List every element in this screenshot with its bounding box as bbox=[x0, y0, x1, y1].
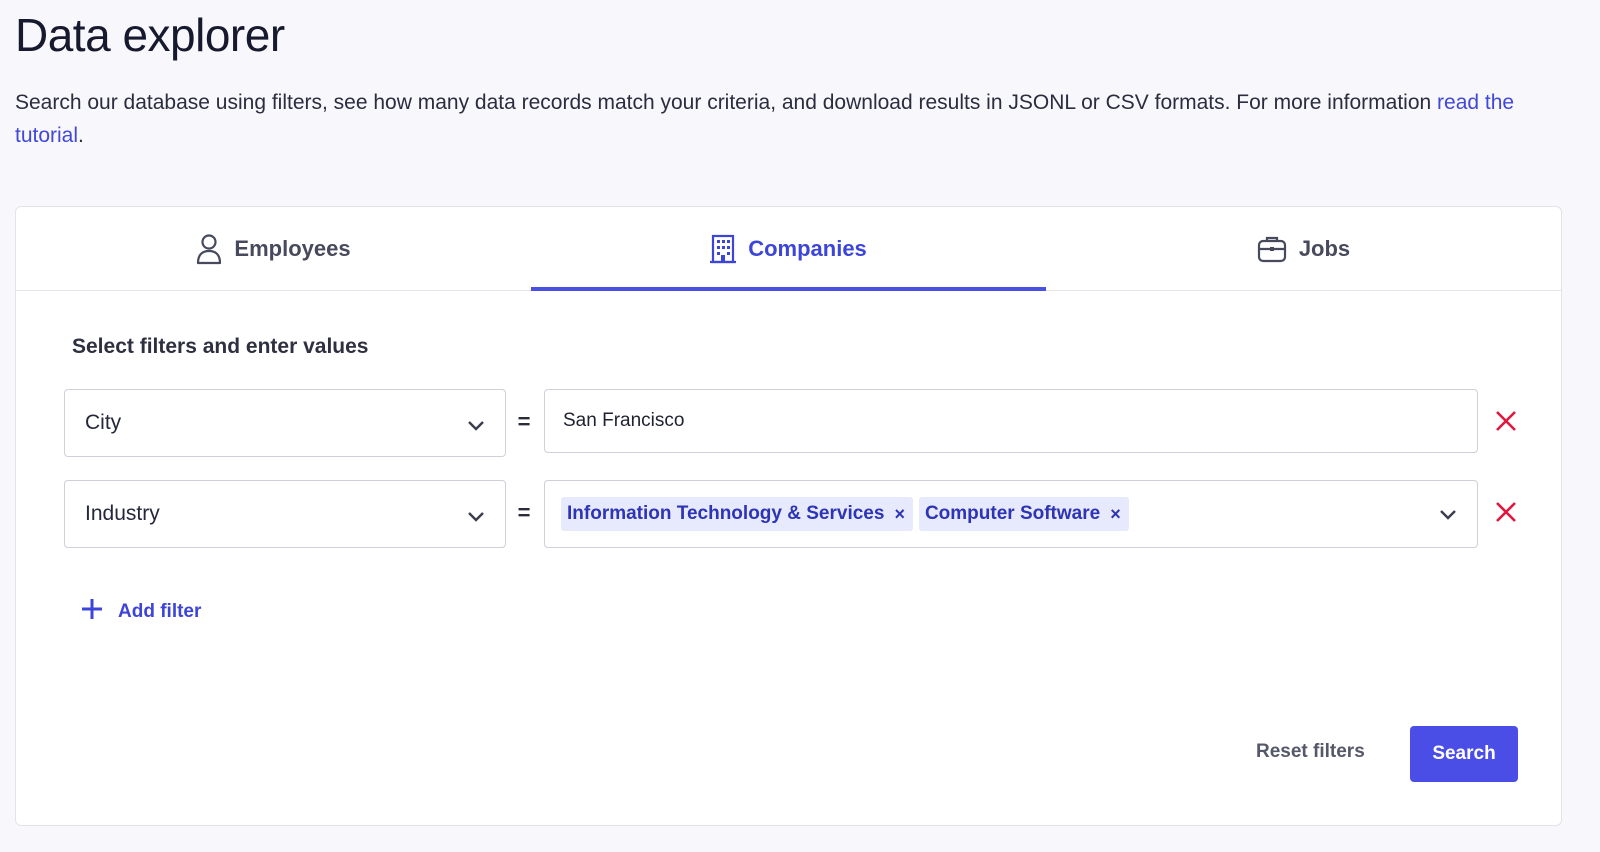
chip-label: Computer Software bbox=[924, 503, 1101, 524]
filter-field-value: Industry bbox=[85, 502, 160, 525]
building-icon bbox=[710, 234, 737, 264]
page-title: Data explorer bbox=[15, 9, 285, 61]
equals-operator: = bbox=[517, 409, 531, 434]
tab-companies[interactable]: Companies bbox=[531, 207, 1046, 291]
filter-multiselect[interactable]: Information Technology & Services × Comp… bbox=[544, 480, 1478, 548]
equals-operator: = bbox=[517, 500, 531, 525]
close-icon bbox=[1496, 502, 1516, 522]
description-text: Search our database using filters, see h… bbox=[15, 91, 1438, 114]
tab-jobs-label: Jobs bbox=[1298, 235, 1351, 261]
chevron-down-icon[interactable] bbox=[1439, 505, 1457, 527]
filter-value-input[interactable] bbox=[561, 409, 1445, 433]
tab-companies-label: Companies bbox=[748, 235, 867, 261]
tab-jobs[interactable]: Jobs bbox=[1046, 207, 1561, 290]
chip-remove-icon[interactable]: × bbox=[894, 505, 905, 523]
person-icon bbox=[196, 233, 222, 265]
remove-filter-button[interactable] bbox=[1492, 498, 1520, 526]
page-description: Search our database using filters, see h… bbox=[15, 86, 1575, 152]
add-filter-button[interactable]: Add filter bbox=[80, 597, 201, 627]
filter-row: Industry = Information Technology & Serv… bbox=[64, 480, 1524, 548]
explorer-card: Employees Companies Jobs Select filters … bbox=[15, 206, 1562, 826]
reset-filters-button[interactable]: Reset filters bbox=[1256, 741, 1365, 763]
briefcase-icon bbox=[1257, 235, 1287, 263]
chevron-down-icon bbox=[467, 505, 485, 529]
filters-heading: Select filters and enter values bbox=[72, 335, 369, 358]
tab-bar: Employees Companies Jobs bbox=[16, 207, 1561, 291]
filter-value-field[interactable] bbox=[544, 389, 1478, 453]
filter-field-select[interactable]: City bbox=[64, 389, 506, 457]
search-button[interactable]: Search bbox=[1410, 726, 1518, 782]
value-chip: Computer Software × bbox=[918, 497, 1129, 531]
tab-employees[interactable]: Employees bbox=[16, 207, 531, 290]
tab-employees-label: Employees bbox=[234, 235, 351, 261]
close-icon bbox=[1496, 411, 1516, 431]
description-end: . bbox=[78, 124, 84, 147]
filter-row: City = bbox=[64, 389, 1524, 457]
chevron-down-icon bbox=[467, 414, 485, 438]
add-filter-label: Add filter bbox=[118, 601, 202, 622]
filter-field-select[interactable]: Industry bbox=[64, 480, 506, 548]
filter-field-value: City bbox=[85, 411, 122, 434]
chip-remove-icon[interactable]: × bbox=[1110, 505, 1121, 523]
chip-label: Information Technology & Services bbox=[567, 503, 885, 524]
plus-icon bbox=[80, 597, 104, 627]
remove-filter-button[interactable] bbox=[1492, 407, 1520, 435]
value-chip: Information Technology & Services × bbox=[561, 497, 913, 531]
